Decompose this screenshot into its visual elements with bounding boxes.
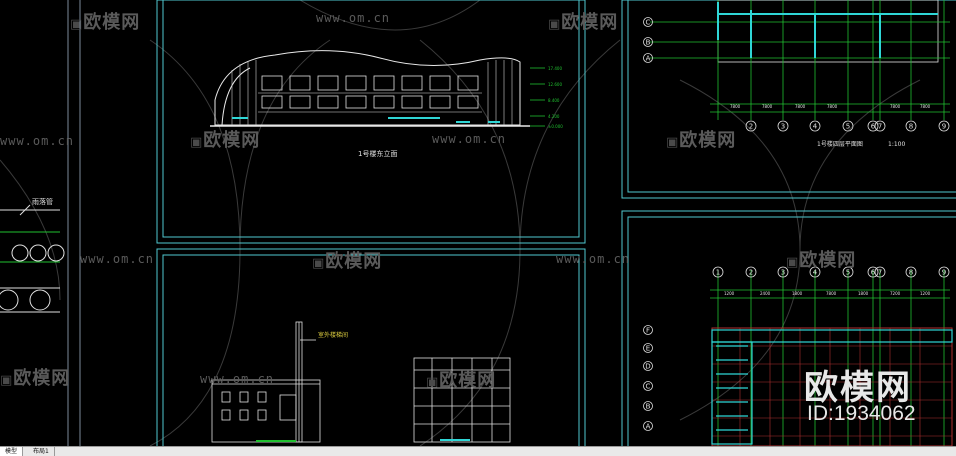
svg-text:1: 1 (716, 269, 720, 277)
watermark-url: www.om.cn (432, 132, 507, 146)
watermark-logo: 欧模网 (0, 364, 70, 390)
svg-text:D: D (645, 363, 650, 371)
svg-text:E: E (646, 345, 650, 353)
svg-text:9: 9 (942, 269, 946, 277)
watermark-url: www.om.cn (80, 252, 155, 266)
svg-text:2: 2 (749, 123, 753, 131)
svg-text:A: A (646, 55, 651, 63)
rainwater-label: 雨落管 (32, 197, 53, 206)
watermark-logo: 欧模网 (786, 246, 856, 272)
svg-text:4: 4 (813, 123, 818, 131)
asset-id-label: ID:1934062 (807, 402, 916, 425)
svg-text:8: 8 (909, 123, 913, 131)
svg-text:12.600: 12.600 (548, 82, 562, 87)
svg-text:9: 9 (942, 123, 946, 131)
svg-text:2: 2 (749, 269, 753, 277)
svg-text:1800: 1800 (858, 291, 869, 296)
watermark-logo: 欧模网 (312, 247, 382, 273)
layout-tab-bar: 模型 布局1 (0, 446, 956, 456)
watermark-logo: 欧模网 (190, 126, 260, 152)
svg-text:4.200: 4.200 (548, 114, 560, 119)
svg-text:7800: 7800 (920, 104, 931, 109)
svg-text:2400: 2400 (760, 291, 771, 296)
watermark-url: www.om.cn (0, 134, 75, 148)
watermark-url: www.om.cn (200, 372, 275, 386)
watermark-logo: 欧模网 (666, 126, 736, 152)
svg-text:B: B (646, 403, 651, 411)
plan-title: 1号楼四层平面图 (817, 140, 863, 148)
watermark-logo: 欧模网 (70, 8, 140, 34)
svg-text:C: C (646, 19, 651, 27)
svg-text:1200: 1200 (920, 291, 931, 296)
svg-text:7200: 7200 (890, 291, 901, 296)
svg-text:5: 5 (846, 123, 850, 131)
svg-text:7800: 7800 (795, 104, 806, 109)
watermark-url: www.om.cn (556, 252, 631, 266)
svg-text:8: 8 (909, 269, 913, 277)
svg-text:7800: 7800 (890, 104, 901, 109)
svg-text:7800: 7800 (827, 104, 838, 109)
svg-text:7: 7 (878, 123, 882, 131)
svg-text:7: 7 (878, 269, 882, 277)
svg-text:3: 3 (781, 269, 785, 277)
watermark-logo: 欧模网 (426, 366, 496, 392)
svg-text:1800: 1800 (792, 291, 803, 296)
svg-text:A: A (646, 423, 651, 431)
cad-viewport[interactable]: 雨落管 17.400 12.600 8.400 4.200 ±0.000 1号楼… (0, 0, 956, 456)
svg-text:7800: 7800 (762, 104, 773, 109)
svg-text:3: 3 (781, 123, 785, 131)
svg-text:B: B (646, 39, 651, 47)
svg-text:7800: 7800 (826, 291, 837, 296)
east-elevation-title: 1号楼东立面 (358, 149, 397, 158)
svg-text:8.400: 8.400 (548, 98, 560, 103)
svg-text:C: C (646, 383, 651, 391)
tab-layout-1[interactable]: 布局1 (28, 447, 55, 456)
svg-text:1200: 1200 (724, 291, 735, 296)
tab-model[interactable]: 模型 (0, 447, 24, 456)
svg-text:±0.000: ±0.000 (548, 124, 563, 129)
watermark-url: www.om.cn (316, 11, 391, 25)
tower-label: 室外楼梯间 (318, 331, 348, 339)
svg-text:F: F (646, 327, 650, 335)
svg-text:17.400: 17.400 (548, 66, 562, 71)
svg-text:7800: 7800 (730, 104, 741, 109)
plan-scale: 1:100 (888, 141, 905, 148)
watermark-logo: 欧模网 (548, 8, 618, 34)
